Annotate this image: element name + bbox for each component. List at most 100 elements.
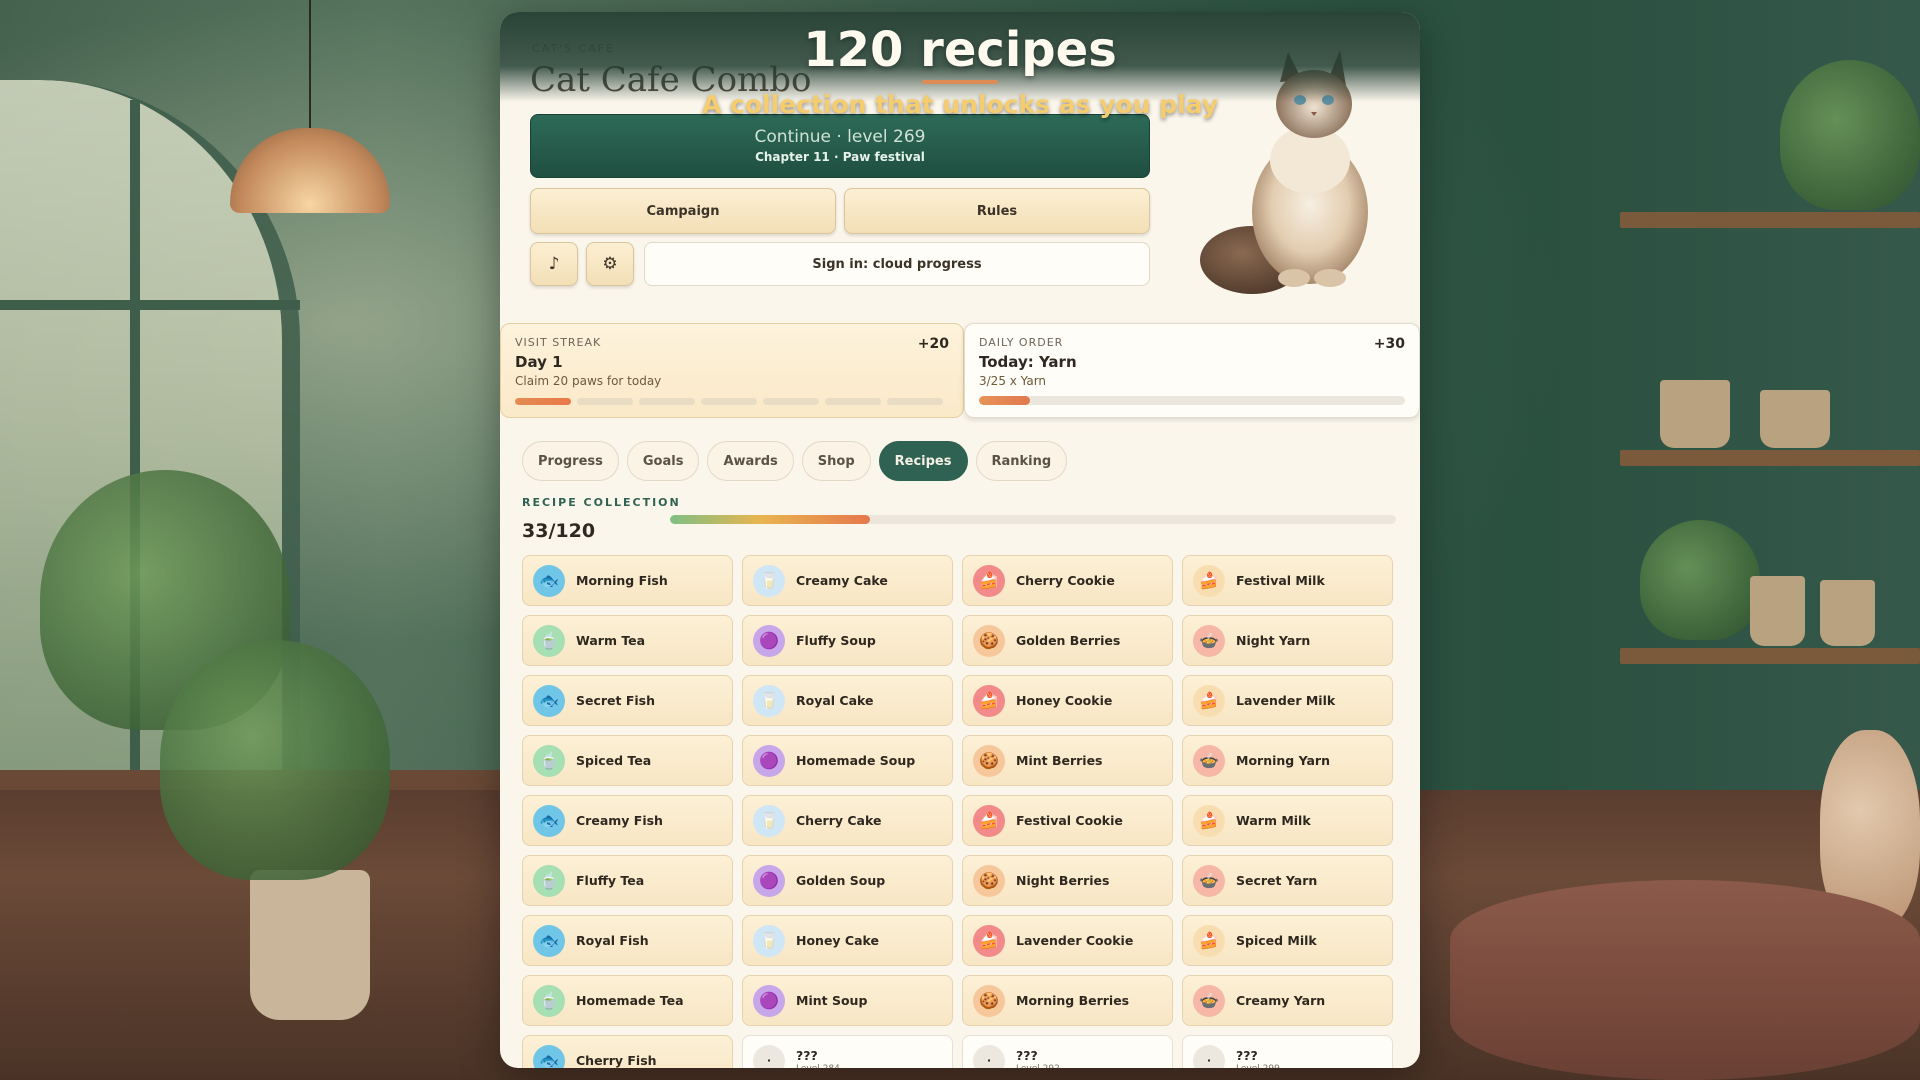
cookie-recipe-icon: 🍰 — [973, 804, 1005, 837]
recipe-card[interactable]: 🍰 Festival Cookie — [962, 795, 1173, 846]
feature-banner-subtitle: A collection that unlocks as you play — [701, 90, 1219, 119]
milk-recipe-icon: 🍰 — [1193, 924, 1225, 957]
recipe-name: Homemade Soup — [796, 753, 916, 768]
yarn-recipe-icon: 🍲 — [1193, 984, 1225, 1017]
streak-day-segment — [515, 398, 571, 405]
recipe-card[interactable]: 🍪 Golden Berries — [962, 615, 1173, 666]
recipe-card[interactable]: 🍵 Homemade Tea — [522, 975, 733, 1026]
recipe-name: Homemade Tea — [576, 993, 684, 1008]
berries-recipe-icon: 🍪 — [973, 864, 1005, 897]
recipe-card[interactable]: 🍲 Night Yarn — [1182, 615, 1393, 666]
recipe-name: Cherry Fish — [576, 1053, 657, 1068]
recipe-card[interactable]: 🟣 Mint Soup — [742, 975, 953, 1026]
recipe-card[interactable]: 🍵 Spiced Tea — [522, 735, 733, 786]
order-bonus: +30 — [1373, 336, 1405, 352]
tab-recipes[interactable]: Recipes — [878, 441, 968, 481]
recipe-card[interactable]: 🥛 Creamy Cake — [742, 555, 953, 606]
recipe-card[interactable]: 🍰 Honey Cookie — [962, 675, 1173, 726]
recipe-card[interactable]: 🐟 Cherry Fish — [522, 1035, 733, 1068]
recipe-card-locked[interactable]: ·???Level 292 — [962, 1035, 1173, 1068]
locked-recipe-icon: · — [973, 1044, 1005, 1068]
tea-recipe-icon: 🍵 — [533, 864, 565, 897]
recipe-card[interactable]: 🟣 Fluffy Soup — [742, 615, 953, 666]
background-pottery — [1450, 880, 1920, 1080]
campaign-button[interactable]: Campaign — [530, 188, 836, 234]
tea-recipe-icon: 🍵 — [533, 624, 565, 657]
berries-recipe-icon: 🍪 — [973, 624, 1005, 657]
recipe-card[interactable]: 🍪 Mint Berries — [962, 735, 1173, 786]
streak-day-segment — [825, 398, 881, 405]
recipe-card[interactable]: 🍵 Warm Tea — [522, 615, 733, 666]
berries-recipe-icon: 🍪 — [973, 744, 1005, 777]
cake-recipe-icon: 🥛 — [753, 804, 785, 837]
recipe-card[interactable]: 🥛 Royal Cake — [742, 675, 953, 726]
recipe-card[interactable]: 🟣 Homemade Soup — [742, 735, 953, 786]
recipe-card-locked[interactable]: ·???Level 284 — [742, 1035, 953, 1068]
cake-recipe-icon: 🥛 — [753, 564, 785, 597]
recipe-name: Fluffy Tea — [576, 873, 645, 888]
background-lamp-cord — [309, 0, 311, 130]
recipe-card[interactable]: 🍵 Fluffy Tea — [522, 855, 733, 906]
tab-shop[interactable]: Shop — [801, 441, 871, 481]
recipe-name: Night Berries — [1016, 873, 1110, 888]
locked-recipe-icon: · — [753, 1044, 785, 1068]
recipe-card[interactable]: 🥛 Cherry Cake — [742, 795, 953, 846]
rules-button[interactable]: Rules — [844, 188, 1150, 234]
recipe-card[interactable]: 🐟 Creamy Fish — [522, 795, 733, 846]
tab-awards[interactable]: Awards — [707, 441, 794, 481]
soup-recipe-icon: 🟣 — [753, 864, 785, 897]
recipe-name: Festival Milk — [1236, 573, 1325, 588]
recipe-card[interactable]: 🐟 Royal Fish — [522, 915, 733, 966]
recipe-card[interactable]: 🐟 Secret Fish — [522, 675, 733, 726]
recipe-card[interactable]: 🍰 Spiced Milk — [1182, 915, 1393, 966]
recipe-card[interactable]: 🍰 Lavender Cookie — [962, 915, 1173, 966]
recipe-card[interactable]: 🍪 Night Berries — [962, 855, 1173, 906]
gear-icon[interactable]: ⚙ — [586, 242, 634, 286]
recipe-card[interactable]: 🍪 Morning Berries — [962, 975, 1173, 1026]
streak-progress — [515, 398, 943, 405]
tab-goals[interactable]: Goals — [626, 441, 700, 481]
recipe-card[interactable]: 🍲 Secret Yarn — [1182, 855, 1393, 906]
background-plant — [160, 640, 390, 880]
tea-recipe-icon: 🍵 — [533, 984, 565, 1017]
fish-recipe-icon: 🐟 — [533, 804, 565, 837]
recipe-grid: 🐟 Morning Fish 🥛 Creamy Cake 🍰 Cherry Cookie 🍰… — [522, 555, 1398, 1068]
sign-in-button[interactable]: Sign in: cloud progress — [644, 242, 1150, 286]
recipe-name: Golden Soup — [796, 873, 886, 888]
tab-ranking[interactable]: Ranking — [975, 441, 1068, 481]
order-progress-fill — [979, 396, 1031, 405]
tab-progress[interactable]: Progress — [522, 441, 619, 481]
recipe-name: Honey Cookie — [1016, 693, 1113, 708]
streak-bonus: +20 — [917, 336, 949, 352]
recipe-card[interactable]: 🍰 Cherry Cookie — [962, 555, 1173, 606]
streak-day-segment — [887, 398, 943, 405]
background-plant — [1640, 520, 1760, 640]
daily-order-card[interactable]: DAILY ORDER Today: Yarn 3/25 x Yarn +30 — [964, 323, 1420, 418]
continue-chapter: Chapter 11 · Paw festival — [755, 150, 925, 164]
recipe-card[interactable]: 🍰 Lavender Milk — [1182, 675, 1393, 726]
berries-recipe-icon: 🍪 — [973, 984, 1005, 1017]
continue-label: Continue · level 269 — [754, 127, 926, 147]
soup-recipe-icon: 🟣 — [753, 984, 785, 1017]
recipe-name: Warm Tea — [576, 633, 646, 648]
visit-streak-card[interactable]: VISIT STREAK Day 1 Claim 20 paws for tod… — [500, 323, 964, 418]
recipe-card[interactable]: 🍲 Morning Yarn — [1182, 735, 1393, 786]
recipe-card[interactable]: 🥛 Honey Cake — [742, 915, 953, 966]
background-cup — [1750, 576, 1805, 646]
collection-progress-fill — [670, 515, 870, 524]
feature-banner-underline — [922, 80, 998, 84]
yarn-recipe-icon: 🍲 — [1193, 744, 1225, 777]
recipe-card[interactable]: 🍲 Creamy Yarn — [1182, 975, 1393, 1026]
streak-day-segment — [701, 398, 757, 405]
recipe-card[interactable]: 🍰 Warm Milk — [1182, 795, 1393, 846]
recipe-card-locked[interactable]: ·???Level 299 — [1182, 1035, 1393, 1068]
continue-button[interactable]: Continue · level 269 Chapter 11 · Paw fe… — [530, 114, 1150, 178]
streak-day: Day 1 — [515, 353, 563, 371]
recipe-card[interactable]: 🐟 Morning Fish — [522, 555, 733, 606]
locked-recipe-icon: · — [1193, 1044, 1225, 1068]
recipe-card[interactable]: 🍰 Festival Milk — [1182, 555, 1393, 606]
recipe-name: ??? — [796, 1047, 818, 1063]
cookie-recipe-icon: 🍰 — [973, 564, 1005, 597]
recipe-card[interactable]: 🟣 Golden Soup — [742, 855, 953, 906]
music-icon[interactable]: ♪ — [530, 242, 578, 286]
